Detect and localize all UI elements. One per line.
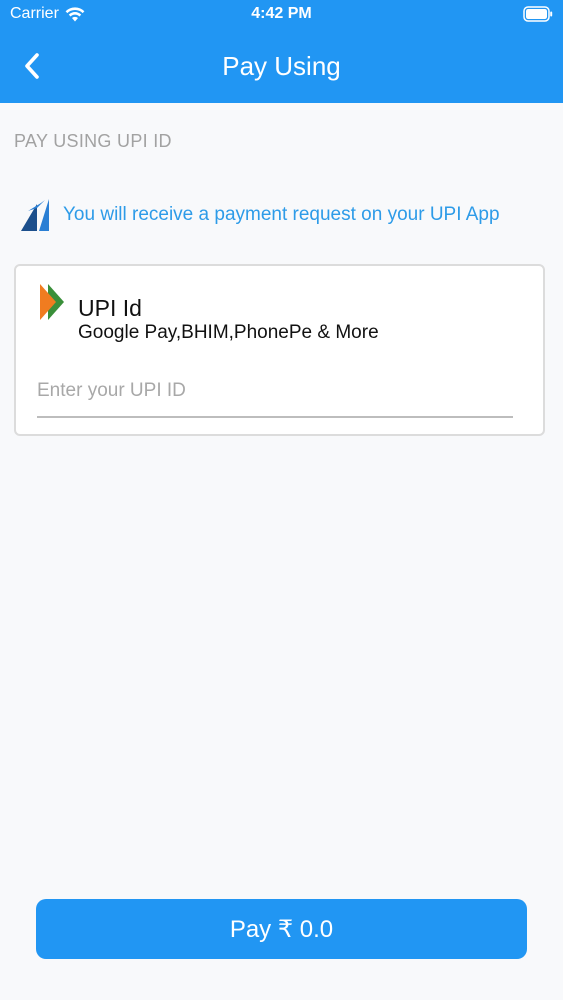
payment-app-logo-icon	[20, 197, 50, 233]
status-bar: Carrier 4:42 PM	[0, 0, 563, 30]
info-row: You will receive a payment request on yo…	[20, 197, 500, 233]
upi-id-card: UPI Id Google Pay,BHIM,PhonePe & More	[14, 264, 545, 436]
upi-logo-icon	[38, 283, 66, 321]
upi-id-input[interactable]	[37, 372, 513, 418]
upi-title: UPI Id	[78, 295, 142, 321]
battery-icon	[523, 6, 553, 22]
upi-subtitle: Google Pay,BHIM,PhonePe & More	[78, 322, 379, 343]
app-header: Carrier 4:42 PM Pay Using	[0, 0, 563, 103]
status-time: 4:42 PM	[251, 5, 312, 22]
info-text: You will receive a payment request on yo…	[63, 204, 500, 225]
section-label: PAY USING UPI ID	[14, 131, 172, 151]
pay-button[interactable]: Pay ₹ 0.0	[36, 899, 527, 959]
page-title: Pay Using	[222, 51, 341, 81]
